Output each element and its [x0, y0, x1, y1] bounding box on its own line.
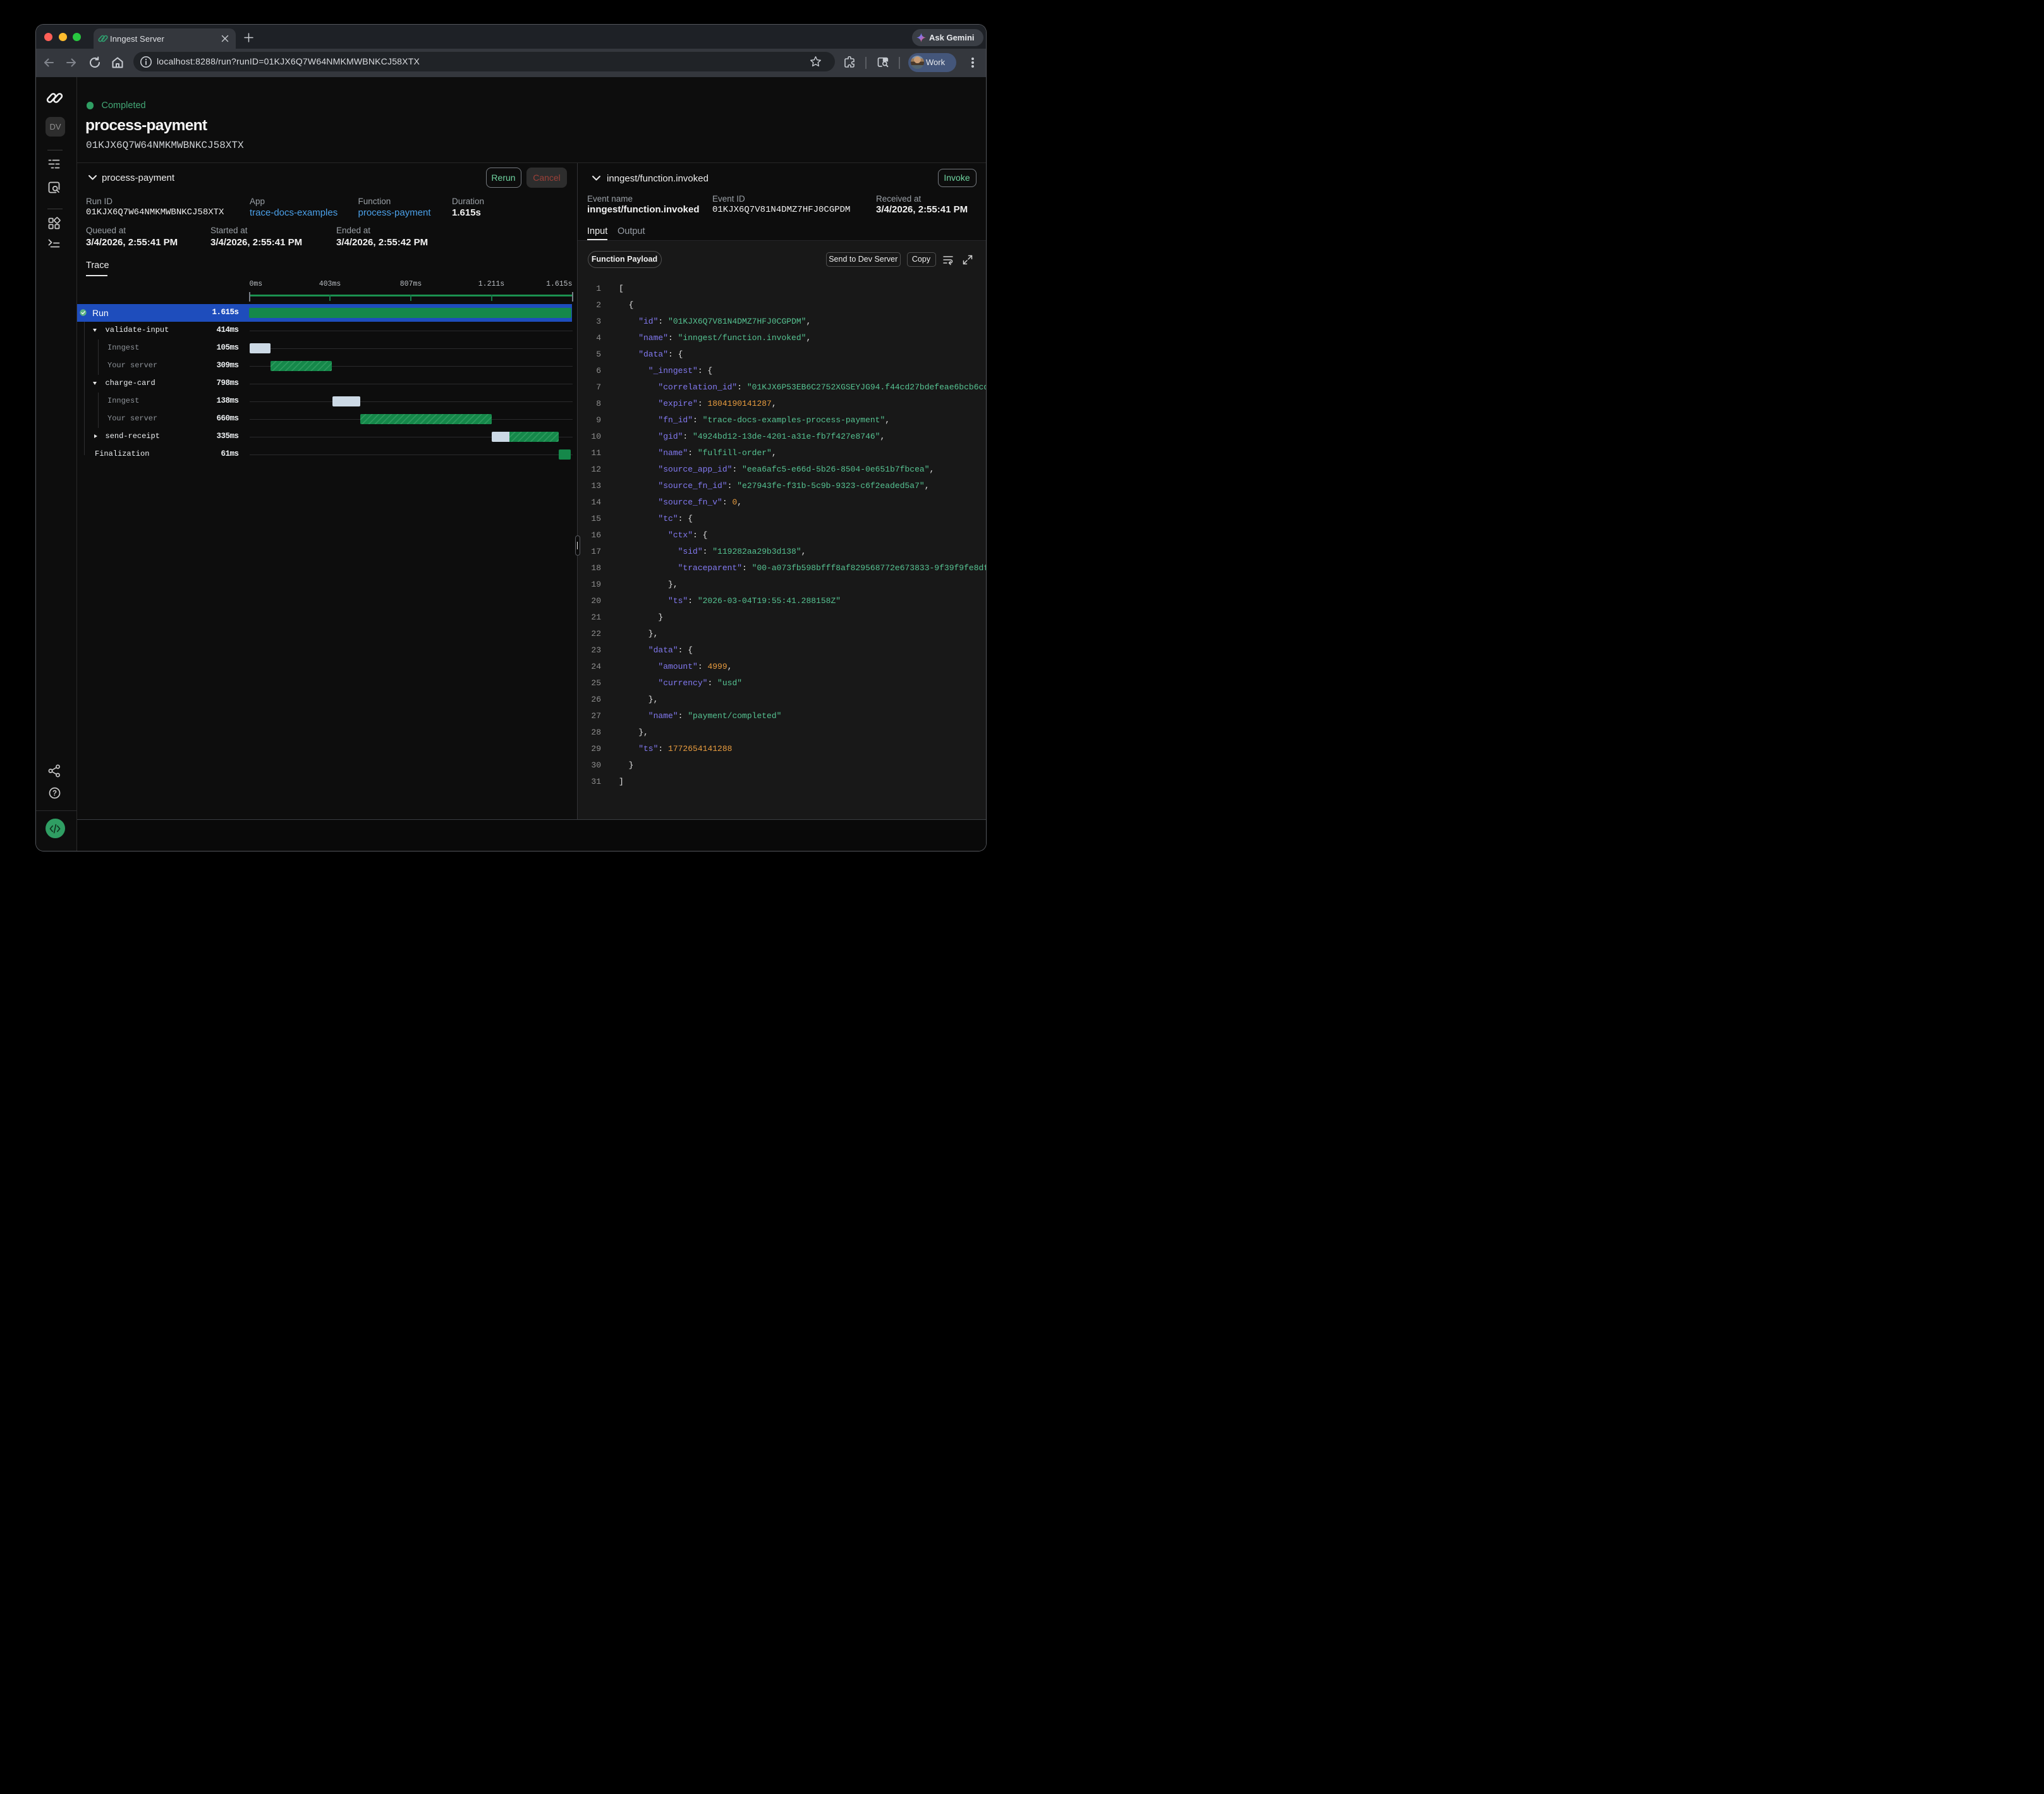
svg-text:?: ? — [52, 790, 56, 798]
